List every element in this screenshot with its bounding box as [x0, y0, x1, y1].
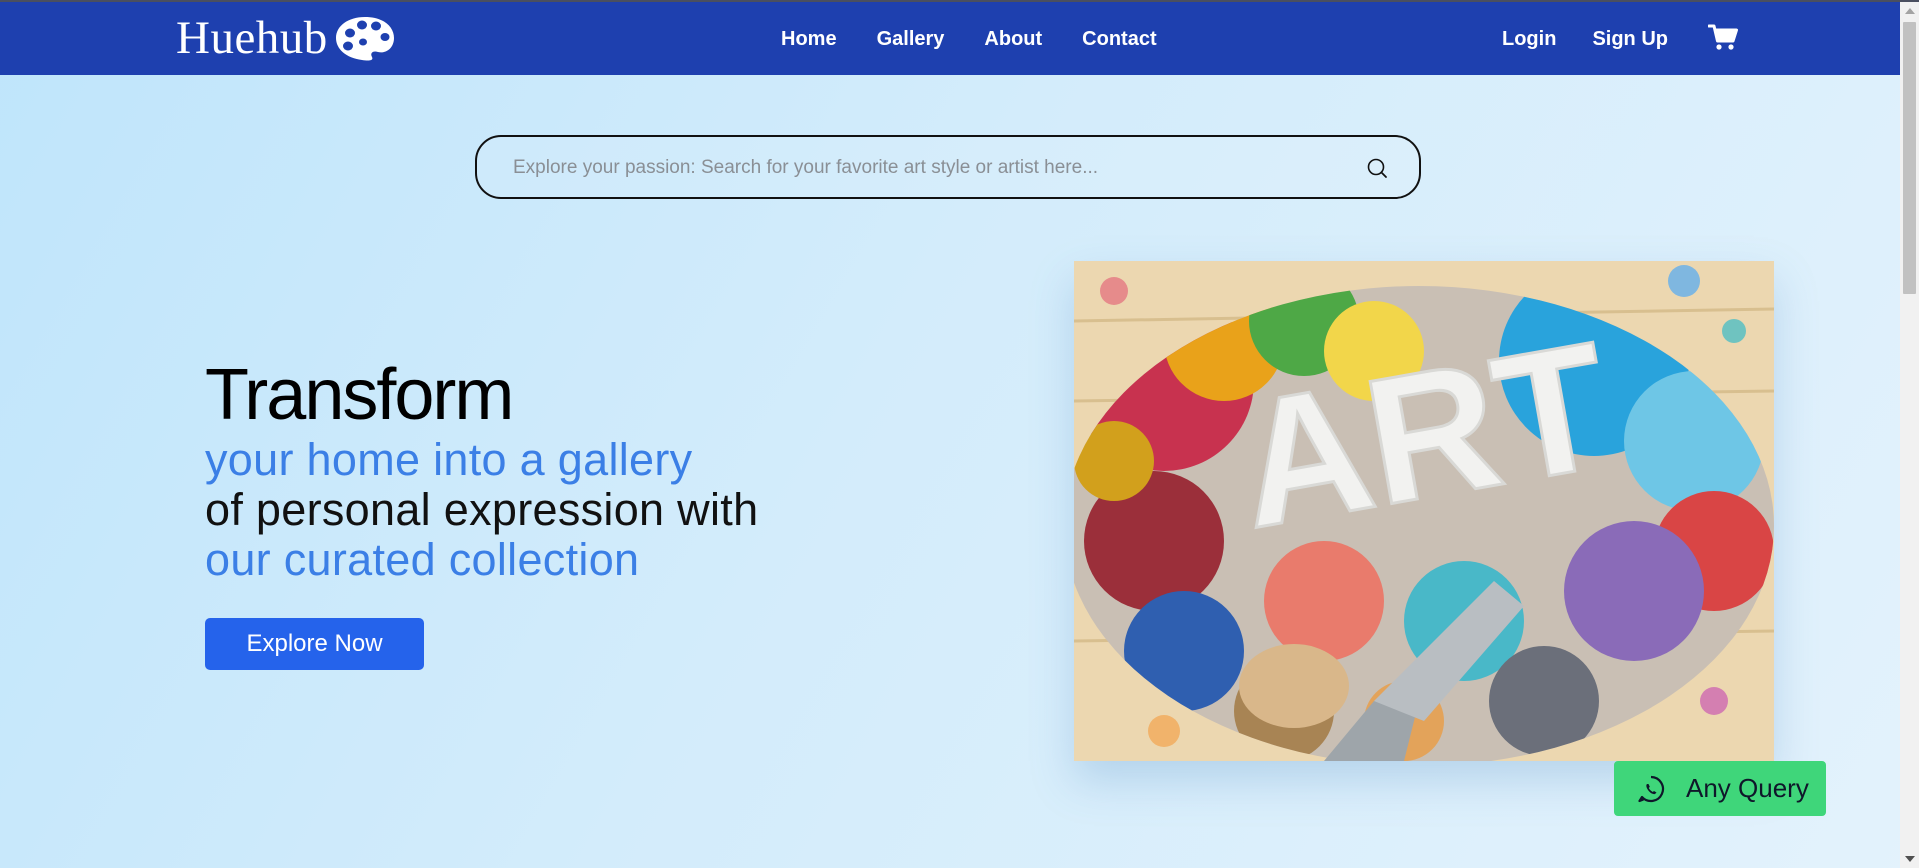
brand-logo[interactable]: Huehub [176, 12, 396, 64]
nav-home[interactable]: Home [781, 26, 837, 52]
any-query-label: Any Query [1686, 773, 1809, 803]
search-icon[interactable] [1365, 156, 1389, 180]
signup-link[interactable]: Sign Up [1592, 26, 1668, 52]
search-input[interactable] [511, 137, 1335, 199]
cart-icon[interactable] [1707, 23, 1738, 51]
hero-title: Transform [205, 355, 514, 435]
palette-icon [335, 17, 394, 61]
scroll-down-arrow-icon[interactable] [1905, 856, 1915, 862]
auth-nav: Login Sign Up [1502, 23, 1738, 52]
main-nav: Home Gallery About Contact [781, 26, 1197, 52]
hero-line-3: our curated collection [205, 534, 640, 585]
nav-gallery[interactable]: Gallery [877, 26, 945, 52]
any-query-button[interactable]: Any Query [1614, 761, 1826, 816]
scroll-thumb[interactable] [1903, 22, 1916, 294]
whatsapp-icon [1638, 775, 1665, 802]
search-bar [475, 135, 1421, 199]
scroll-up-arrow-icon[interactable] [1905, 8, 1915, 14]
hero-line-2: of personal expression with [205, 484, 759, 535]
hero-line-1: your home into a gallery [205, 434, 693, 485]
hero-text: Transform your home into a gallery of pe… [205, 355, 905, 585]
hero-artwork-image: ART [1074, 261, 1774, 761]
page-scrollbar[interactable] [1900, 2, 1919, 868]
login-link[interactable]: Login [1502, 26, 1556, 52]
explore-now-button[interactable]: Explore Now [205, 618, 424, 670]
brand-name: Huehub [176, 12, 328, 64]
nav-contact[interactable]: Contact [1082, 26, 1156, 52]
navbar: Huehub Home Gallery About Contact Login … [0, 2, 1900, 75]
nav-about[interactable]: About [984, 26, 1042, 52]
art-palette-illustration: ART [1074, 261, 1774, 761]
